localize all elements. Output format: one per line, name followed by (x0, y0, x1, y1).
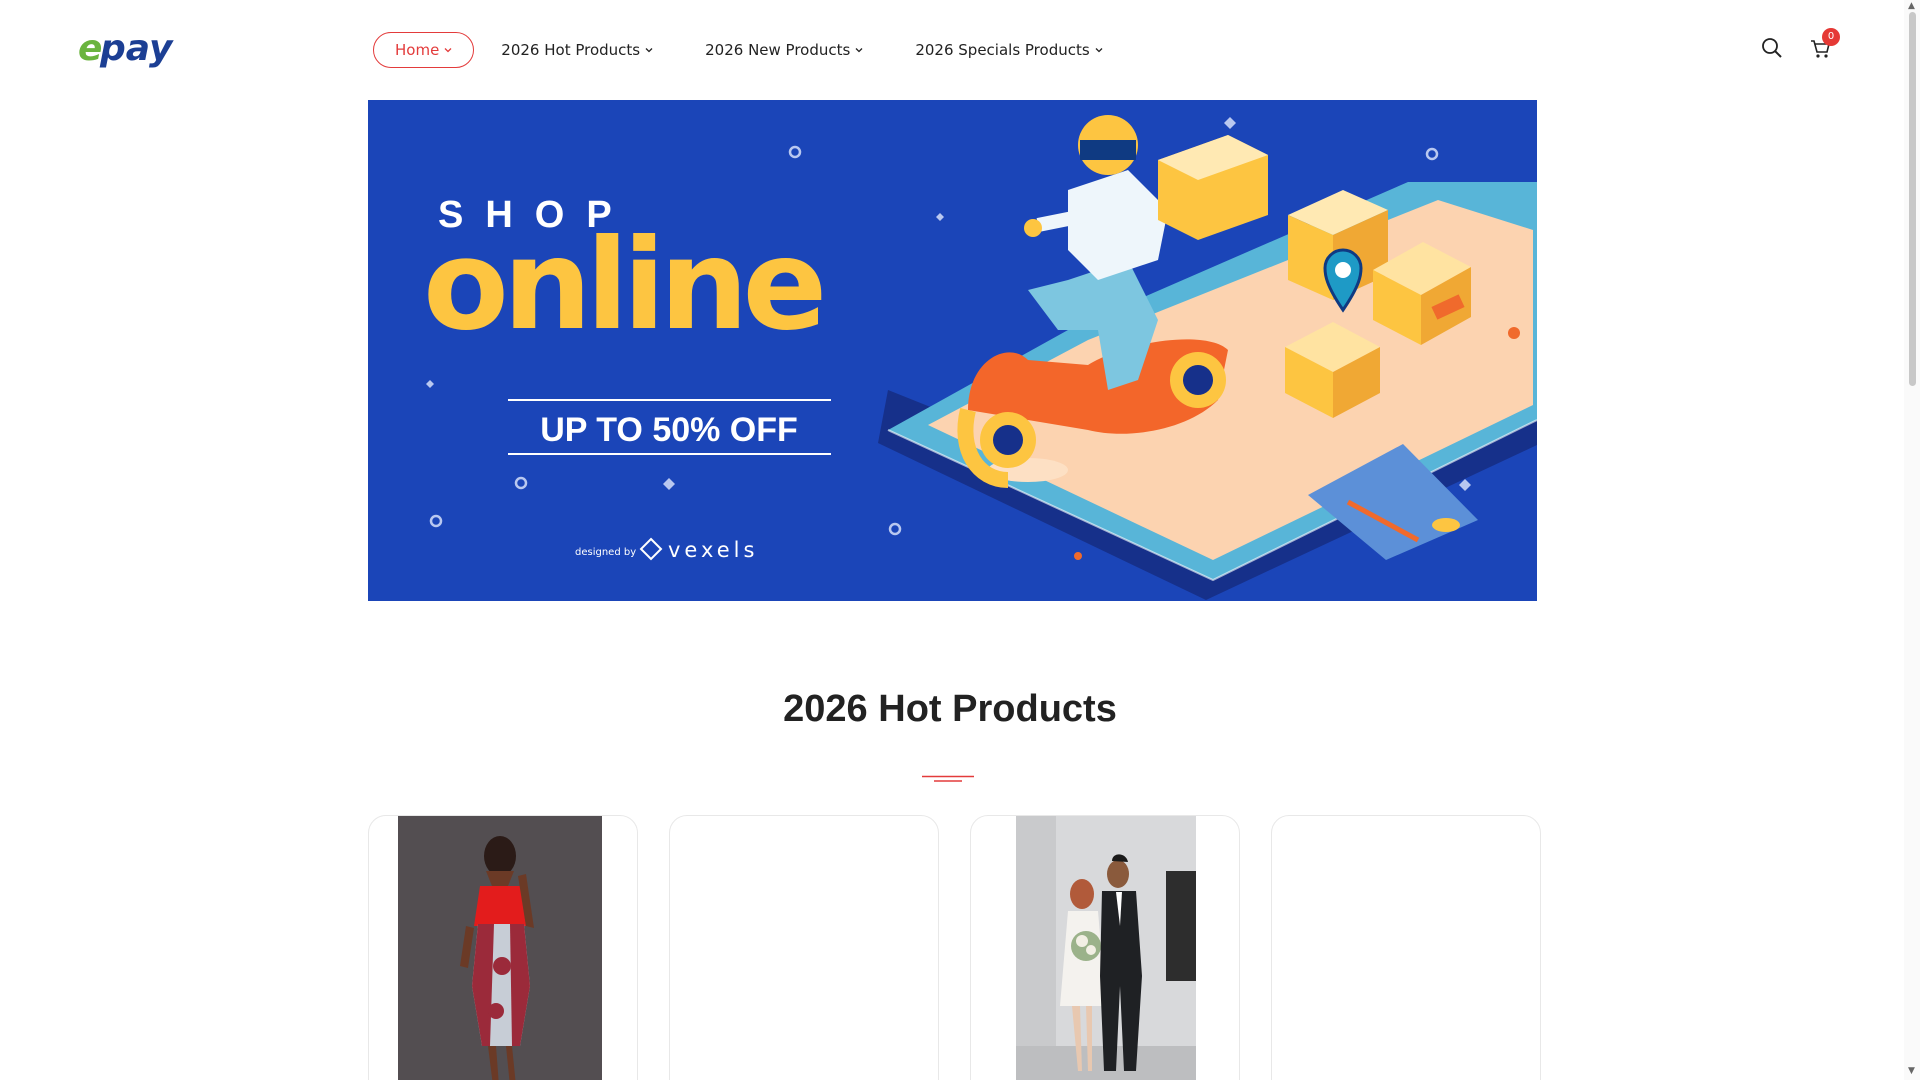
banner-offer: UP TO 50% OFF (540, 411, 798, 449)
nav-hot-products[interactable]: 2026 Hot Products (501, 41, 654, 59)
cart-count-badge: 0 (1822, 28, 1840, 46)
chevron-down-icon (855, 48, 863, 53)
nav-home[interactable]: Home (373, 32, 475, 68)
section-title-rest: Hot Products (878, 688, 1117, 730)
chevron-down-icon (645, 48, 653, 53)
product-card[interactable] (368, 815, 638, 1080)
product-image-placeholder[interactable] (1272, 816, 1540, 1080)
section-divider (922, 775, 974, 782)
nav-hot-products-label: 2026 Hot Products (501, 41, 641, 59)
product-card[interactable] (669, 815, 939, 1080)
svg-text:e: e (78, 28, 102, 68)
product-card[interactable] (970, 815, 1240, 1080)
main-nav: Home 2026 Hot Products 2026 New Products… (373, 32, 1104, 68)
nav-new-products-label: 2026 New Products (705, 41, 851, 59)
product-image-placeholder[interactable] (670, 816, 938, 1080)
hero-illustration: SHOP online UP TO 50% OFF designed by ve… (368, 100, 1537, 601)
product-image[interactable] (1016, 816, 1196, 1080)
epay-logo[interactable]: e pay (78, 28, 188, 68)
section-title-year: 2026 (783, 688, 868, 730)
product-card[interactable] (1271, 815, 1541, 1080)
scrollbar-thumb[interactable] (1909, 12, 1916, 386)
banner-headline: online (423, 213, 822, 358)
nav-specials-products[interactable]: 2026 Specials Products (915, 41, 1103, 59)
hero-banner[interactable]: SHOP online UP TO 50% OFF designed by ve… (368, 100, 1537, 601)
nav-home-label: Home (395, 41, 440, 59)
svg-text:pay: pay (99, 28, 174, 68)
banner-credit-brand: vexels (668, 538, 758, 562)
nav-new-products[interactable]: 2026 New Products (705, 41, 864, 59)
nav-specials-products-label: 2026 Specials Products (915, 41, 1090, 59)
scroll-down-arrow-icon[interactable]: ▼ (1908, 1066, 1915, 1076)
scroll-up-arrow-icon[interactable]: ▲ (1908, 1, 1915, 11)
chevron-down-icon (1095, 48, 1103, 53)
product-image[interactable] (398, 816, 602, 1080)
chevron-down-icon (444, 48, 452, 53)
search-icon[interactable] (1761, 37, 1783, 59)
section-title: 2026 Hot Products (0, 688, 1900, 731)
banner-credit-prefix: designed by (575, 547, 636, 558)
page-scrollbar[interactable]: ▲ ▼ (1904, 0, 1920, 1080)
